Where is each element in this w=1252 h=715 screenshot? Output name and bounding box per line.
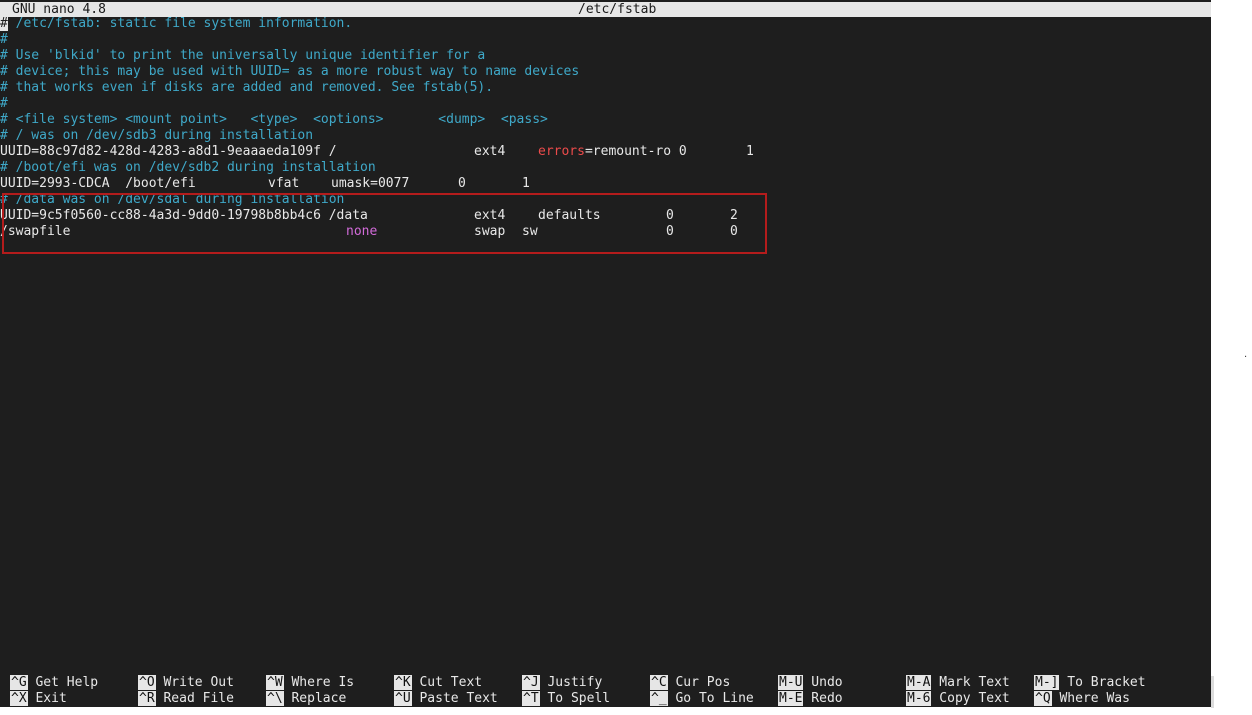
nano-titlebar: GNU nano 4.8 /etc/fstab bbox=[0, 2, 1211, 17]
shortcut-read-file[interactable]: ^R Read File bbox=[138, 691, 234, 707]
shortcut-justify[interactable]: ^J Justify bbox=[522, 675, 602, 691]
shortcut-key: M-] bbox=[1034, 675, 1060, 690]
text-cursor: # bbox=[0, 16, 8, 31]
shortcut-label: Undo bbox=[803, 675, 843, 690]
file-name: /etc/fstab bbox=[578, 2, 657, 17]
line-14[interactable]: /swapfile none swap sw 0 0 bbox=[0, 224, 1211, 240]
shortcut-mark-text[interactable]: M-A Mark Text bbox=[906, 675, 1010, 691]
shortcut-key: ^R bbox=[138, 691, 156, 706]
shortcut-paste-text[interactable]: ^U Paste Text bbox=[394, 691, 498, 707]
shortcut-key: M-E bbox=[778, 691, 804, 706]
shortcut-replace[interactable]: ^\ Replace bbox=[266, 691, 346, 707]
window-edge-mark bbox=[1211, 676, 1214, 708]
line-7[interactable]: # <file system> <mount point> <type> <op… bbox=[0, 112, 1211, 128]
shortcut-key: ^Q bbox=[1034, 691, 1052, 706]
shortcut-write-out[interactable]: ^O Write Out bbox=[138, 675, 234, 691]
line-4[interactable]: # device; this may be used with UUID= as… bbox=[0, 64, 1211, 80]
fs-mount-none: none bbox=[346, 224, 378, 239]
shortcut-copy-text[interactable]: M-6 Copy Text bbox=[906, 691, 1010, 707]
shortcut-key: ^W bbox=[266, 675, 284, 690]
shortcut-label: Get Help bbox=[27, 675, 99, 690]
shortcut-exit[interactable]: ^X Exit bbox=[10, 691, 67, 707]
shortcut-key: ^T bbox=[522, 691, 540, 706]
line-2[interactable]: # bbox=[0, 32, 1211, 48]
shortcut-label: Copy Text bbox=[931, 691, 1010, 706]
shortcut-undo[interactable]: M-U Undo bbox=[778, 675, 843, 691]
app-version: GNU nano 4.8 bbox=[12, 2, 106, 17]
shortcut-to-spell[interactable]: ^T To Spell bbox=[522, 691, 610, 707]
line-13[interactable]: UUID=9c5f0560-cc88-4a3d-9dd0-19798b8bb4c… bbox=[0, 208, 1211, 224]
side-mark: . bbox=[1244, 349, 1248, 360]
fs-pass: 1 bbox=[746, 144, 754, 159]
fs-options: sw bbox=[522, 224, 538, 239]
fs-entry: UUID=2993-CDCA /boot/efi bbox=[0, 176, 196, 191]
nano-terminal[interactable]: GNU nano 4.8 /etc/fstab # /etc/fstab: st… bbox=[0, 0, 1211, 707]
shortcut-key: ^G bbox=[10, 675, 28, 690]
shortcut-label: Exit bbox=[27, 691, 67, 706]
shortcut-where-is[interactable]: ^W Where Is bbox=[266, 675, 354, 691]
fs-dump: 0 bbox=[666, 224, 674, 239]
fs-type: ext4 bbox=[474, 144, 506, 159]
shortcut-go-to-line[interactable]: ^_ Go To Line bbox=[650, 691, 754, 707]
fs-dump: 0 bbox=[458, 176, 466, 191]
shortcut-label: Mark Text bbox=[931, 675, 1010, 690]
fs-entry: /swapfile bbox=[0, 224, 71, 239]
shortcut-key: M-A bbox=[906, 675, 932, 690]
fs-pass: 0 bbox=[730, 224, 738, 239]
fs-pass: 1 bbox=[522, 176, 530, 191]
shortcut-key: ^O bbox=[138, 675, 156, 690]
shortcut-cur-pos[interactable]: ^C Cur Pos bbox=[650, 675, 730, 691]
line-9[interactable]: UUID=88c97d82-428d-4283-a8d1-9eaaaeda109… bbox=[0, 144, 1211, 160]
shortcut-label: To Bracket bbox=[1059, 675, 1146, 690]
shortcut-label: Justify bbox=[539, 675, 603, 690]
fs-type: swap bbox=[474, 224, 506, 239]
shortcut-key: ^J bbox=[522, 675, 540, 690]
line-12[interactable]: # /data was on /dev/sdal during installa… bbox=[0, 192, 1211, 208]
shortcut-label: To Spell bbox=[539, 691, 611, 706]
fs-options: errors=remount-ro 0 bbox=[538, 144, 687, 159]
shortcut-key: M-U bbox=[778, 675, 804, 690]
shortcut-label: Read File bbox=[155, 691, 234, 706]
shortcut-where-was[interactable]: ^Q Where Was bbox=[1034, 691, 1130, 707]
shortcut-label: Cut Text bbox=[411, 675, 483, 690]
fs-options: umask=0077 bbox=[331, 176, 410, 191]
line-11[interactable]: UUID=2993-CDCA /boot/efi vfat umask=0077… bbox=[0, 176, 1211, 192]
shortcut-key: ^_ bbox=[650, 691, 668, 706]
shortcut-label: Where Is bbox=[283, 675, 355, 690]
shortcut-key: ^C bbox=[650, 675, 668, 690]
fs-type: ext4 bbox=[474, 208, 506, 223]
shortcut-label: Where Was bbox=[1051, 691, 1130, 706]
shortcut-key: M-6 bbox=[906, 691, 932, 706]
line-8[interactable]: # / was on /dev/sdb3 during installation bbox=[0, 128, 1211, 144]
shortcut-key: ^\ bbox=[266, 691, 284, 706]
shortcut-key: ^X bbox=[10, 691, 28, 706]
shortcut-label: Paste Text bbox=[411, 691, 498, 706]
line-3[interactable]: # Use 'blkid' to print the universally u… bbox=[0, 48, 1211, 64]
shortcut-key: ^K bbox=[394, 675, 412, 690]
shortcut-to-bracket[interactable]: M-] To Bracket bbox=[1034, 675, 1146, 691]
fs-dump: 0 bbox=[666, 208, 674, 223]
shortcut-key: ^U bbox=[394, 691, 412, 706]
fs-entry: UUID=88c97d82-428d-4283-a8d1-9eaaaeda109… bbox=[0, 144, 337, 159]
fs-entry: UUID=9c5f0560-cc88-4a3d-9dd0-19798b8bb4c… bbox=[0, 208, 368, 223]
shortcut-cut-text[interactable]: ^K Cut Text bbox=[394, 675, 482, 691]
fs-type: vfat bbox=[268, 176, 300, 191]
shortcut-label: Replace bbox=[283, 691, 347, 706]
shortcut-label: Write Out bbox=[155, 675, 234, 690]
shortcut-redo[interactable]: M-E Redo bbox=[778, 691, 843, 707]
line-5[interactable]: # that works even if disks are added and… bbox=[0, 80, 1211, 96]
shortcut-label: Go To Line bbox=[667, 691, 754, 706]
line-1[interactable]: # /etc/fstab: static file system informa… bbox=[0, 16, 1211, 32]
shortcut-get-help[interactable]: ^G Get Help bbox=[10, 675, 98, 691]
line-10[interactable]: # /boot/efi was on /dev/sdb2 during inst… bbox=[0, 160, 1211, 176]
shortcut-label: Redo bbox=[803, 691, 843, 706]
shortcut-label: Cur Pos bbox=[667, 675, 731, 690]
fs-pass: 2 bbox=[730, 208, 738, 223]
fs-options: defaults bbox=[538, 208, 601, 223]
line-6[interactable]: # bbox=[0, 96, 1211, 112]
